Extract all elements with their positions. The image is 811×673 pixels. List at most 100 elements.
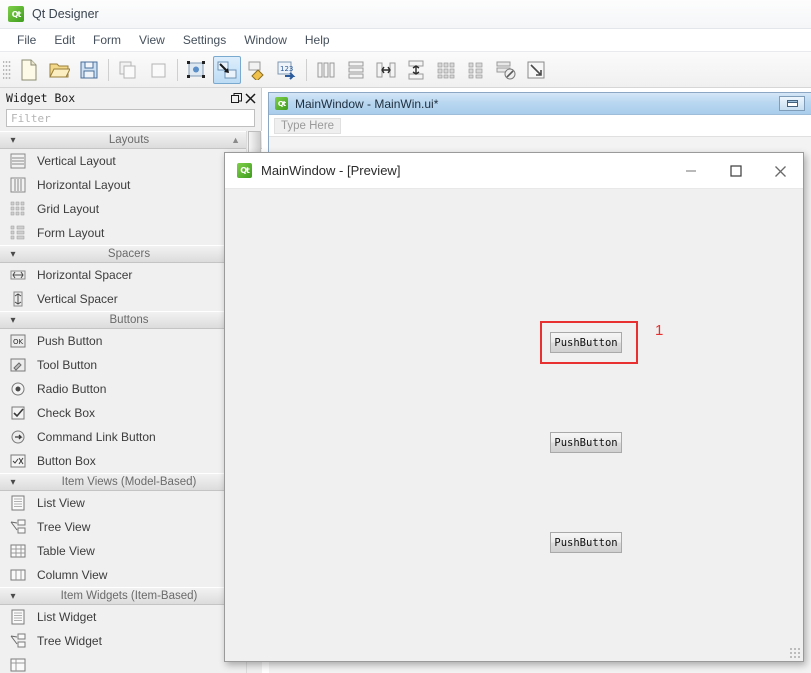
widget-group-item-views[interactable]: ▾ Item Views (Model-Based)	[0, 473, 262, 491]
check-box-icon	[8, 404, 28, 422]
widget-group-spacers[interactable]: ▾ Spacers	[0, 245, 262, 263]
command-link-button-icon	[8, 428, 28, 446]
widget-group-label: Spacers	[107, 248, 151, 260]
button-box-icon	[8, 452, 28, 470]
copy-icon[interactable]	[114, 56, 142, 84]
toolbar-separator	[306, 58, 307, 81]
widget-group-label: Item Widgets (Item-Based)	[60, 590, 198, 602]
widget-item-horizontal-spacer[interactable]: Horizontal Spacer	[0, 263, 262, 287]
type-here-placeholder[interactable]: Type Here	[274, 117, 342, 134]
widget-group-item-widgets[interactable]: ▾ Item Widgets (Item-Based)	[0, 587, 262, 605]
menu-view[interactable]: View	[130, 31, 174, 49]
widget-box-dock: Widget Box Filter ▾ Layouts ▲ Vertical L…	[0, 88, 262, 673]
close-icon[interactable]	[243, 91, 257, 105]
chevron-down-icon: ▾	[10, 590, 16, 602]
widget-item-button-box[interactable]: Button Box	[0, 449, 262, 473]
preview-window-buttons	[668, 153, 803, 188]
widget-item-list-view[interactable]: List View	[0, 491, 262, 515]
layout-horizontally-icon[interactable]	[312, 56, 340, 84]
widget-item-label: Horizontal Spacer	[37, 268, 133, 282]
break-layout-icon[interactable]	[492, 56, 520, 84]
qt-logo-icon: Qt	[275, 97, 288, 110]
menu-window[interactable]: Window	[235, 31, 296, 49]
minimize-icon[interactable]	[668, 153, 713, 189]
widget-group-layouts[interactable]: ▾ Layouts ▲	[0, 131, 262, 149]
table-view-icon	[8, 542, 28, 560]
widget-item-column-view[interactable]: Column View	[0, 563, 262, 587]
layout-vertically-icon[interactable]	[342, 56, 370, 84]
widget-box-filter-input[interactable]: Filter	[6, 109, 255, 127]
chevron-down-icon: ▾	[10, 248, 16, 260]
new-form-icon[interactable]	[15, 56, 43, 84]
widget-item-vertical-layout[interactable]: Vertical Layout	[0, 149, 262, 173]
layout-form-icon[interactable]	[462, 56, 490, 84]
grid-layout-icon	[8, 200, 28, 218]
resize-grip[interactable]	[789, 647, 801, 659]
push-button-3[interactable]: PushButton	[550, 532, 622, 553]
push-button-1[interactable]: PushButton	[550, 332, 622, 353]
column-view-icon	[8, 566, 28, 584]
widget-item-horizontal-layout[interactable]: Horizontal Layout	[0, 173, 262, 197]
widget-item-push-button[interactable]: OK Push Button	[0, 329, 262, 353]
menu-edit[interactable]: Edit	[45, 31, 84, 49]
menu-help[interactable]: Help	[296, 31, 339, 49]
open-form-icon[interactable]	[45, 56, 73, 84]
horizontal-layout-icon	[8, 176, 28, 194]
widget-box-header: Widget Box	[0, 88, 261, 108]
preview-title: MainWindow - [Preview]	[261, 163, 401, 178]
widget-item-label: List View	[37, 496, 85, 510]
svg-text:OK: OK	[13, 338, 24, 346]
menu-file[interactable]: File	[8, 31, 45, 49]
edit-buddies-icon[interactable]	[243, 56, 271, 84]
form-layout-icon	[8, 224, 28, 242]
widget-item-command-link-button[interactable]: Command Link Button	[0, 425, 262, 449]
widget-item-label: Check Box	[37, 406, 96, 420]
toolbar-separator	[177, 58, 178, 81]
layout-grid-icon[interactable]	[432, 56, 460, 84]
widget-item-list-widget[interactable]: List Widget	[0, 605, 262, 629]
chevron-down-icon: ▾	[10, 314, 16, 326]
qt-logo-icon: Qt	[237, 163, 252, 178]
preview-body: 1 PushButton PushButton PushButton	[225, 189, 803, 661]
layout-splitter-horizontal-icon[interactable]	[372, 56, 400, 84]
designer-form-titlebar: Qt MainWindow - MainWin.ui*	[269, 93, 811, 115]
widget-item-label: Column View	[37, 568, 108, 582]
toolbar-grip[interactable]	[3, 58, 11, 81]
radio-button-icon	[8, 380, 28, 398]
menubar: File Edit Form View Settings Window Help	[0, 29, 811, 52]
widget-item-form-layout[interactable]: Form Layout	[0, 221, 262, 245]
table-widget-icon	[8, 656, 28, 673]
chevron-up-icon[interactable]: ▲	[231, 135, 240, 145]
widget-item-grid-layout[interactable]: Grid Layout	[0, 197, 262, 221]
menu-form[interactable]: Form	[84, 31, 130, 49]
save-form-icon[interactable]	[75, 56, 103, 84]
push-button-2[interactable]: PushButton	[550, 432, 622, 453]
widget-item-table-view[interactable]: Table View	[0, 539, 262, 563]
paste-icon[interactable]	[144, 56, 172, 84]
layout-splitter-vertical-icon[interactable]	[402, 56, 430, 84]
restore-icon[interactable]	[779, 96, 805, 111]
widget-item-check-box[interactable]: Check Box	[0, 401, 262, 425]
tree-view-icon	[8, 518, 28, 536]
widget-item-partial[interactable]	[0, 653, 262, 673]
widget-group-buttons[interactable]: ▾ Buttons	[0, 311, 262, 329]
chevron-down-icon: ▾	[10, 134, 16, 146]
list-widget-icon	[8, 608, 28, 626]
adjust-size-icon[interactable]	[522, 56, 550, 84]
widget-item-radio-button[interactable]: Radio Button	[0, 377, 262, 401]
edit-tab-order-icon[interactable]: 123	[273, 56, 301, 84]
edit-signals-slots-icon[interactable]	[213, 55, 241, 84]
close-icon[interactable]	[758, 153, 803, 189]
designer-form-menubar[interactable]: Type Here	[269, 115, 811, 137]
preview-dialog: Qt MainWindow - [Preview] 1 PushButton P…	[224, 152, 804, 662]
widget-item-tree-widget[interactable]: Tree Widget	[0, 629, 262, 653]
application-title: Qt Designer	[32, 7, 99, 21]
widget-item-tool-button[interactable]: Tool Button	[0, 353, 262, 377]
designer-form-window-buttons	[779, 96, 811, 111]
widget-item-tree-view[interactable]: Tree View	[0, 515, 262, 539]
menu-settings[interactable]: Settings	[174, 31, 235, 49]
maximize-icon[interactable]	[713, 153, 758, 189]
float-icon[interactable]	[229, 91, 243, 105]
widget-item-vertical-spacer[interactable]: Vertical Spacer	[0, 287, 262, 311]
edit-widgets-icon[interactable]	[183, 56, 211, 84]
